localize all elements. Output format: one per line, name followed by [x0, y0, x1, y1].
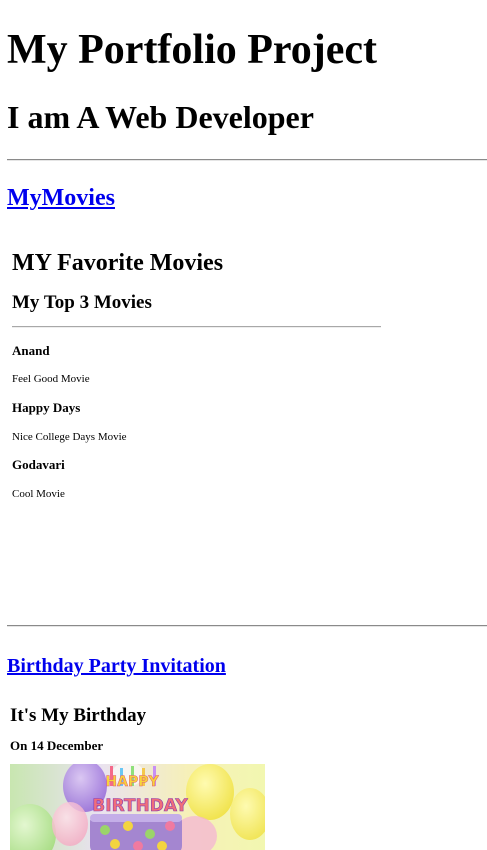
birthday-cake-image: HAPPY BIRTHDAY: [10, 764, 265, 850]
movies-heading: MY Favorite Movies: [12, 250, 224, 276]
movie-title: Godavari: [12, 457, 65, 472]
divider: [7, 159, 487, 161]
movie-description: Feel Good Movie: [12, 373, 90, 385]
page: My Portfolio Project I am A Web Develope…: [0, 0, 487, 850]
movie-title: Anand: [12, 343, 50, 358]
birthday-text: BIRTHDAY: [92, 796, 188, 816]
movie-title: Happy Days: [12, 400, 81, 415]
page-title: My Portfolio Project: [7, 27, 378, 73]
birthday-date: On 14 December: [10, 738, 104, 753]
mymovies-link[interactable]: MyMovies: [7, 183, 115, 213]
movie-description: Cool Movie: [12, 488, 65, 500]
happy-text: HAPPY: [105, 774, 159, 790]
movie-description: Nice College Days Movie: [12, 431, 127, 443]
divider: [7, 625, 487, 627]
movies-subheading: My Top 3 Movies: [12, 292, 152, 313]
movies-divider: [12, 326, 381, 328]
birthday-heading: It's My Birthday: [10, 705, 147, 726]
birthday-invitation-link[interactable]: Birthday Party Invitation: [7, 653, 226, 679]
page-subtitle: I am A Web Developer: [7, 99, 314, 135]
